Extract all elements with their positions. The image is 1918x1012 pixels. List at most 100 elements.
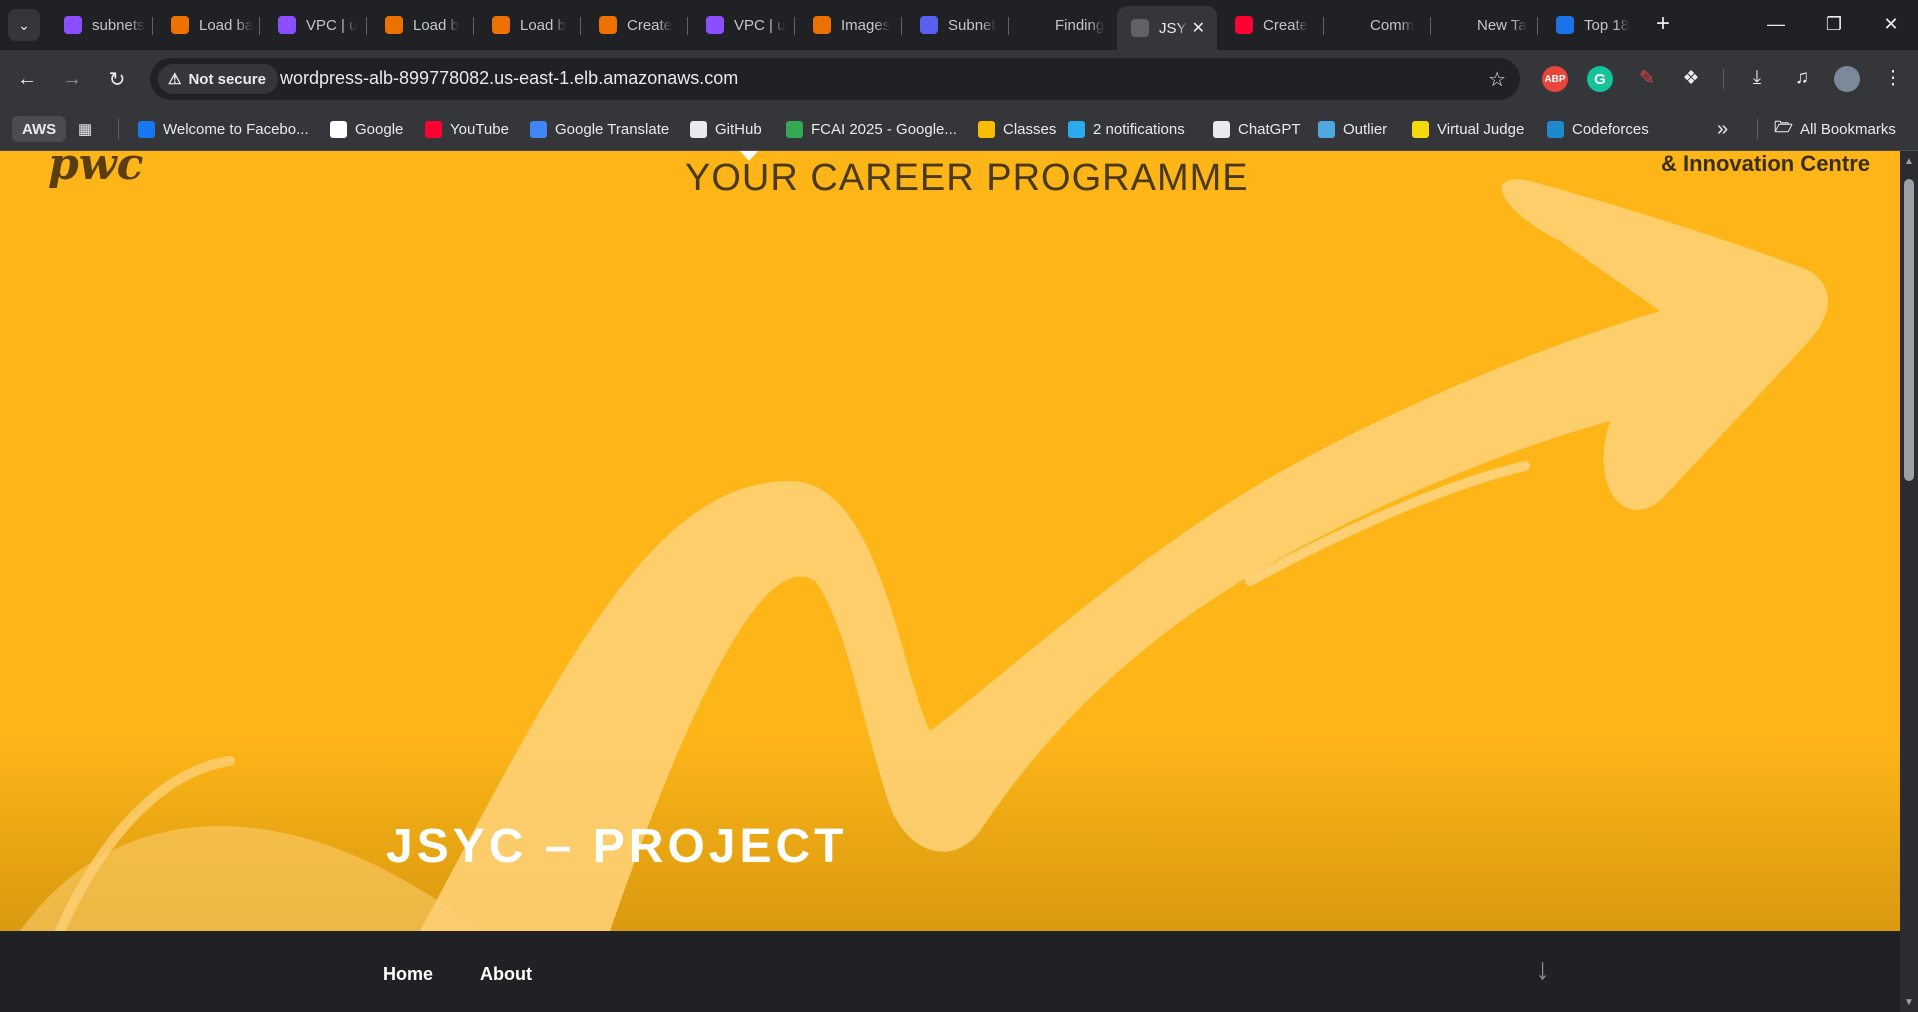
browser-tab[interactable]: Top 18 (1542, 6, 1640, 44)
tab-title: Comm (1370, 16, 1415, 34)
close-window-button[interactable]: ✕ (1868, 8, 1914, 40)
tab-title: Load ba (199, 16, 254, 34)
url-text[interactable]: wordpress-alb-899778082.us-east-1.elb.am… (280, 68, 738, 89)
browser-tab[interactable]: New Ta (1435, 6, 1533, 44)
scroll-down-arrow-icon[interactable]: ▼ (1903, 996, 1915, 1008)
browser-tab[interactable]: Load b (478, 6, 576, 44)
all-bookmarks-button[interactable]: 🗁 All Bookmarks (1774, 115, 1896, 143)
tab-title: Load b (520, 16, 566, 34)
tab-title: New Ta (1477, 16, 1527, 34)
bookmark-label: GitHub (715, 120, 762, 138)
adblock-icon[interactable]: ABP (1542, 66, 1568, 92)
browser-tab[interactable]: Finding (1013, 6, 1109, 44)
bookmark-label: FCAI 2025 - Google... (811, 120, 957, 138)
bookmark-star-icon[interactable]: ☆ (1488, 67, 1506, 92)
browser-tab[interactable]: VPC | u (264, 6, 362, 44)
pwc-logo: pwc (48, 151, 144, 190)
tab-search-button[interactable]: ⌄ (8, 9, 40, 41)
bookmark-item[interactable]: Google (330, 115, 403, 143)
browser-toolbar: ← → ↻ ⚠ Not secure wordpress-alb-8997780… (0, 50, 1918, 108)
tab-title: Top 18 (1584, 16, 1630, 34)
bookmark-item[interactable]: ChatGPT (1213, 115, 1301, 143)
reload-button[interactable]: ↻ (100, 62, 134, 96)
bookmark-item[interactable]: Outlier (1318, 115, 1387, 143)
tab-strip: ⌄ subnets Load ba VPC | u Load b Load b Creat… (0, 0, 1918, 50)
browser-tab[interactable]: subnets (50, 6, 148, 44)
page-title: JSYC – PROJECT (386, 820, 848, 873)
all-bookmarks-label: All Bookmarks (1800, 120, 1896, 138)
nav-link-about[interactable]: About (480, 964, 532, 985)
youtube-icon (1235, 16, 1253, 34)
tab-separator (687, 17, 688, 35)
browser-tab[interactable]: VPC | u (692, 6, 790, 44)
apps-grid-icon[interactable]: ▦ (78, 115, 92, 143)
vpc-icon (278, 16, 296, 34)
ec2-icon (385, 16, 403, 34)
bookmark-item[interactable]: FCAI 2025 - Google... (786, 115, 957, 143)
browser-tab[interactable]: Comm (1328, 6, 1426, 44)
forward-button[interactable]: → (55, 62, 89, 96)
banner-corner-text: & Innovation Centre (1660, 151, 1870, 176)
bookmark-item[interactable]: Google Translate (530, 115, 669, 143)
browser-tab[interactable]: JSY ✕ (1117, 6, 1217, 50)
back-button[interactable]: ← (10, 62, 44, 96)
close-tab-icon[interactable]: ✕ (1192, 18, 1205, 38)
minimize-button[interactable]: — (1753, 8, 1799, 40)
security-indicator[interactable]: ⚠ Not secure (158, 64, 278, 94)
folder-icon: 🗁 (1774, 118, 1793, 136)
tab-separator (1430, 17, 1431, 35)
media-control-icon[interactable]: ♫ (1787, 63, 1817, 93)
extensions-puzzle-icon[interactable]: ❖ (1676, 63, 1706, 93)
page-scrollbar[interactable]: ▲ ▼ (1900, 151, 1918, 1012)
codeforces-icon (1547, 120, 1564, 138)
tab-separator (794, 17, 795, 35)
bookmarks-bar: AWS ▦ Welcome to Facebo... Google YouTube G… (0, 108, 1918, 151)
tab-title: Finding (1055, 16, 1105, 34)
new-tab-button[interactable]: + (1648, 9, 1678, 39)
bookmark-item[interactable]: GitHub (690, 115, 762, 143)
google-icon (330, 120, 347, 138)
tab-separator (1008, 17, 1009, 35)
vpc-icon (706, 16, 724, 34)
browser-tab[interactable]: Create (585, 6, 683, 44)
scrollbar-thumb[interactable] (1904, 179, 1914, 481)
tab-separator (259, 17, 260, 35)
classroom-icon (978, 120, 995, 138)
close-icon: ✕ (1883, 13, 1899, 34)
browser-tab[interactable]: Load b (371, 6, 469, 44)
bookmark-item[interactable]: Welcome to Facebo... (138, 115, 309, 143)
scroll-down-icon[interactable]: ↓ (1535, 953, 1565, 991)
bookmark-label: Outlier (1343, 120, 1388, 138)
scroll-up-arrow-icon[interactable]: ▲ (1903, 155, 1915, 167)
tab-title: subnets (92, 16, 145, 34)
toolbar-divider (1723, 69, 1724, 89)
menu-kebab-icon[interactable]: ⋮ (1878, 63, 1908, 93)
download-icon[interactable]: ⤓ (1742, 63, 1772, 93)
address-bar[interactable]: ⚠ Not secure wordpress-alb-899778082.us-… (150, 58, 1520, 100)
tab-title: Create (1263, 16, 1309, 34)
browser-tab[interactable]: Subnet (906, 6, 1004, 44)
restore-button[interactable]: ❐ (1811, 8, 1857, 40)
tab-separator (901, 17, 902, 35)
profile-avatar[interactable] (1834, 66, 1860, 92)
pen-extension-icon[interactable]: ✎ (1632, 63, 1662, 93)
tab-title: JSY (1159, 19, 1187, 37)
browser-tab[interactable]: Create (1221, 6, 1319, 44)
tab-separator (366, 17, 367, 35)
bookmark-item[interactable]: 2 notifications (1068, 115, 1185, 143)
bookmark-aws[interactable]: AWS (12, 116, 67, 142)
tab-separator (1323, 17, 1324, 35)
bookmark-item[interactable]: Classes (978, 115, 1056, 143)
grammarly-icon[interactable]: G (1587, 66, 1613, 92)
bookmark-item[interactable]: Virtual Judge (1412, 115, 1524, 143)
bookmark-item[interactable]: YouTube (425, 115, 509, 143)
plus-icon: + (1655, 10, 1670, 37)
bookmark-label: Google Translate (555, 120, 670, 138)
browser-tab[interactable]: Load ba (157, 6, 255, 44)
ec2-icon (813, 16, 831, 34)
bookmark-item[interactable]: Codeforces (1547, 115, 1649, 143)
bookmark-aws-label: AWS (22, 120, 57, 138)
browser-tab[interactable]: Images (799, 6, 897, 44)
more-bookmarks-icon[interactable]: » (1717, 115, 1728, 143)
nav-link-home[interactable]: Home (383, 964, 433, 985)
